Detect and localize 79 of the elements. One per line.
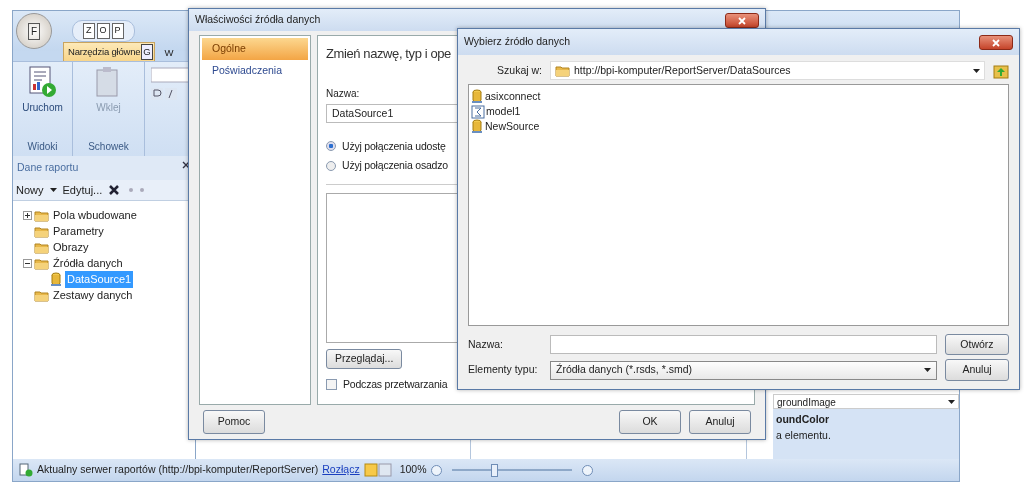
type-dropdown[interactable]: Źródła danych (*.rsds, *.smd) — [550, 360, 937, 380]
field-label: Elementy typu: — [468, 362, 539, 378]
quick-access-button[interactable]: O — [96, 23, 110, 39]
nav-item[interactable]: Ogólne — [202, 38, 308, 60]
quick-access-button[interactable]: Z — [83, 23, 95, 39]
view-mode-icon — [363, 463, 392, 477]
zoom-out-button[interactable] — [430, 464, 442, 476]
status-text: Aktualny serwer raportów (http://bpi-komputer/ReportServer) — [37, 462, 319, 478]
radio-button[interactable] — [326, 161, 336, 172]
close-button[interactable] — [725, 12, 759, 28]
quick-access-button[interactable]: P — [111, 23, 124, 39]
data-source-icon — [471, 89, 484, 104]
nav-item[interactable]: Poświadczenia — [202, 59, 308, 82]
name-input[interactable] — [550, 334, 937, 354]
location-combo[interactable]: http://bpi-komputer/ReportServer/DataSources — [550, 61, 985, 80]
browse-button[interactable]: Przeglądaj... — [326, 349, 403, 369]
tree-item[interactable]: Zestawy danych — [51, 287, 135, 304]
radio-button[interactable] — [326, 141, 336, 152]
zoom-in-button[interactable] — [581, 464, 593, 476]
keytip: G — [141, 43, 153, 60]
tree-item[interactable]: Obrazy — [51, 239, 91, 256]
server-icon — [19, 463, 33, 477]
close-icon — [737, 16, 747, 27]
ribbon-tab[interactable]: Narzędzia główne G — [63, 41, 155, 61]
open-button[interactable]: Otwórz — [945, 333, 1009, 356]
file-item[interactable]: asixconnect — [485, 88, 541, 105]
folder-icon — [555, 64, 570, 77]
field-label: Szukaj w: — [496, 62, 542, 78]
expand-icon[interactable] — [23, 210, 32, 220]
cancel-button[interactable]: Anuluj — [689, 410, 751, 434]
close-icon — [991, 38, 1001, 49]
help-button[interactable]: Pomoc — [203, 410, 265, 434]
report-run-icon — [27, 66, 58, 98]
close-button[interactable] — [979, 34, 1013, 50]
model-icon — [471, 104, 485, 119]
run-button[interactable]: Uruchom — [22, 66, 63, 115]
cancel-button[interactable]: Anuluj — [945, 359, 1009, 381]
caret-icon — [49, 188, 57, 192]
folder-icon — [34, 224, 49, 238]
tree-item[interactable]: Pola wbudowane — [51, 207, 139, 224]
description-title: oundColor — [776, 412, 831, 427]
radio-label: Użyj połączenia osadzo — [342, 158, 448, 174]
group-label: Schowek — [88, 140, 129, 154]
section-heading: Zmień nazwę, typ i ope — [326, 45, 451, 63]
field-label: Nazwa: — [326, 86, 360, 101]
up-folder-icon[interactable] — [993, 62, 1009, 79]
checkbox[interactable] — [326, 379, 337, 391]
folder-icon — [34, 256, 49, 270]
data-source-icon — [471, 119, 484, 134]
slider-thumb[interactable] — [490, 463, 498, 477]
group-label: Widoki — [27, 140, 58, 154]
file-item[interactable]: model1 — [486, 103, 521, 120]
application-button[interactable]: F — [16, 13, 52, 49]
edit-button[interactable]: Edytuj... — [62, 181, 103, 199]
radio-label: Użyj połączenia udostę — [342, 138, 446, 154]
delete-icon — [108, 184, 121, 196]
description-text: a elementu. — [776, 427, 832, 443]
ok-button[interactable]: OK — [619, 410, 681, 434]
collapse-icon[interactable] — [23, 258, 32, 268]
disconnect-link[interactable]: Rozłącz — [322, 462, 360, 478]
dialog-title: Właściwości źródła danych — [195, 12, 321, 28]
caret-icon — [973, 68, 980, 73]
folder-icon — [34, 240, 49, 254]
pane-title: Dane raportu — [17, 160, 79, 175]
tree-item[interactable]: Parametry — [51, 223, 106, 240]
checkbox-label: Podczas przetwarzania — [343, 376, 448, 392]
file-item[interactable]: NewSource — [485, 118, 540, 135]
new-button[interactable]: Nowy — [16, 181, 44, 199]
caret-icon — [948, 400, 955, 404]
folder-icon — [34, 288, 49, 302]
property-name: groundImage — [777, 396, 836, 408]
dialog-title: Wybierz źródło danych — [464, 34, 571, 50]
zoom-level: 100% — [399, 462, 427, 478]
tree-item[interactable]: Źródła danych — [51, 255, 125, 272]
ribbon-tab[interactable]: W — [160, 44, 175, 61]
field-label: Nazwa: — [468, 336, 504, 352]
data-source-icon — [50, 271, 63, 287]
folder-icon — [34, 208, 49, 222]
caret-icon — [924, 368, 931, 373]
